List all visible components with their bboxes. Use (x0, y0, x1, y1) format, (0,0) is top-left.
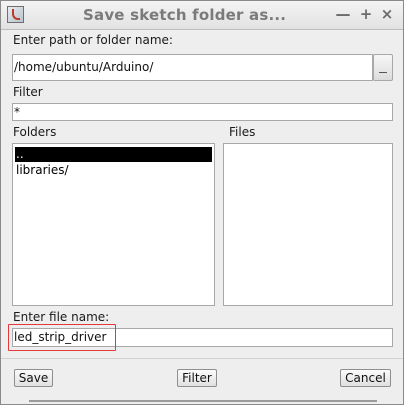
filter-input[interactable]: * (12, 103, 393, 121)
path-dropdown-button[interactable] (373, 54, 393, 81)
folders-list[interactable]: .. libraries/ (12, 143, 215, 306)
folder-item-libraries[interactable]: libraries/ (15, 163, 69, 178)
close-icon[interactable]: × (379, 6, 395, 22)
folders-label: Folders (13, 125, 57, 139)
save-dialog-window: Save sketch folder as... — + × Enter pat… (0, 0, 404, 405)
folder-item-parent[interactable]: .. (15, 147, 212, 162)
filter-button[interactable]: Filter (177, 369, 217, 387)
minimize-icon[interactable]: — (335, 6, 351, 22)
files-list[interactable] (223, 143, 393, 306)
files-label: Files (229, 125, 256, 139)
path-input[interactable]: /home/ubuntu/Arduino/ (12, 54, 373, 81)
cancel-button[interactable]: Cancel (340, 369, 391, 387)
filename-label: Enter file name: (13, 310, 110, 324)
maximize-icon[interactable]: + (358, 6, 374, 22)
button-separator (1, 358, 403, 359)
window-bottom-edge (29, 400, 377, 402)
filter-label: Filter (13, 85, 43, 99)
title-bar[interactable]: Save sketch folder as... — + × (1, 1, 403, 30)
path-label: Enter path or folder name: (13, 33, 173, 47)
filename-input[interactable]: led_strip_driver (12, 328, 393, 347)
window-title: Save sketch folder as... (83, 6, 287, 24)
save-button[interactable]: Save (14, 369, 53, 387)
java-app-icon (7, 6, 24, 23)
